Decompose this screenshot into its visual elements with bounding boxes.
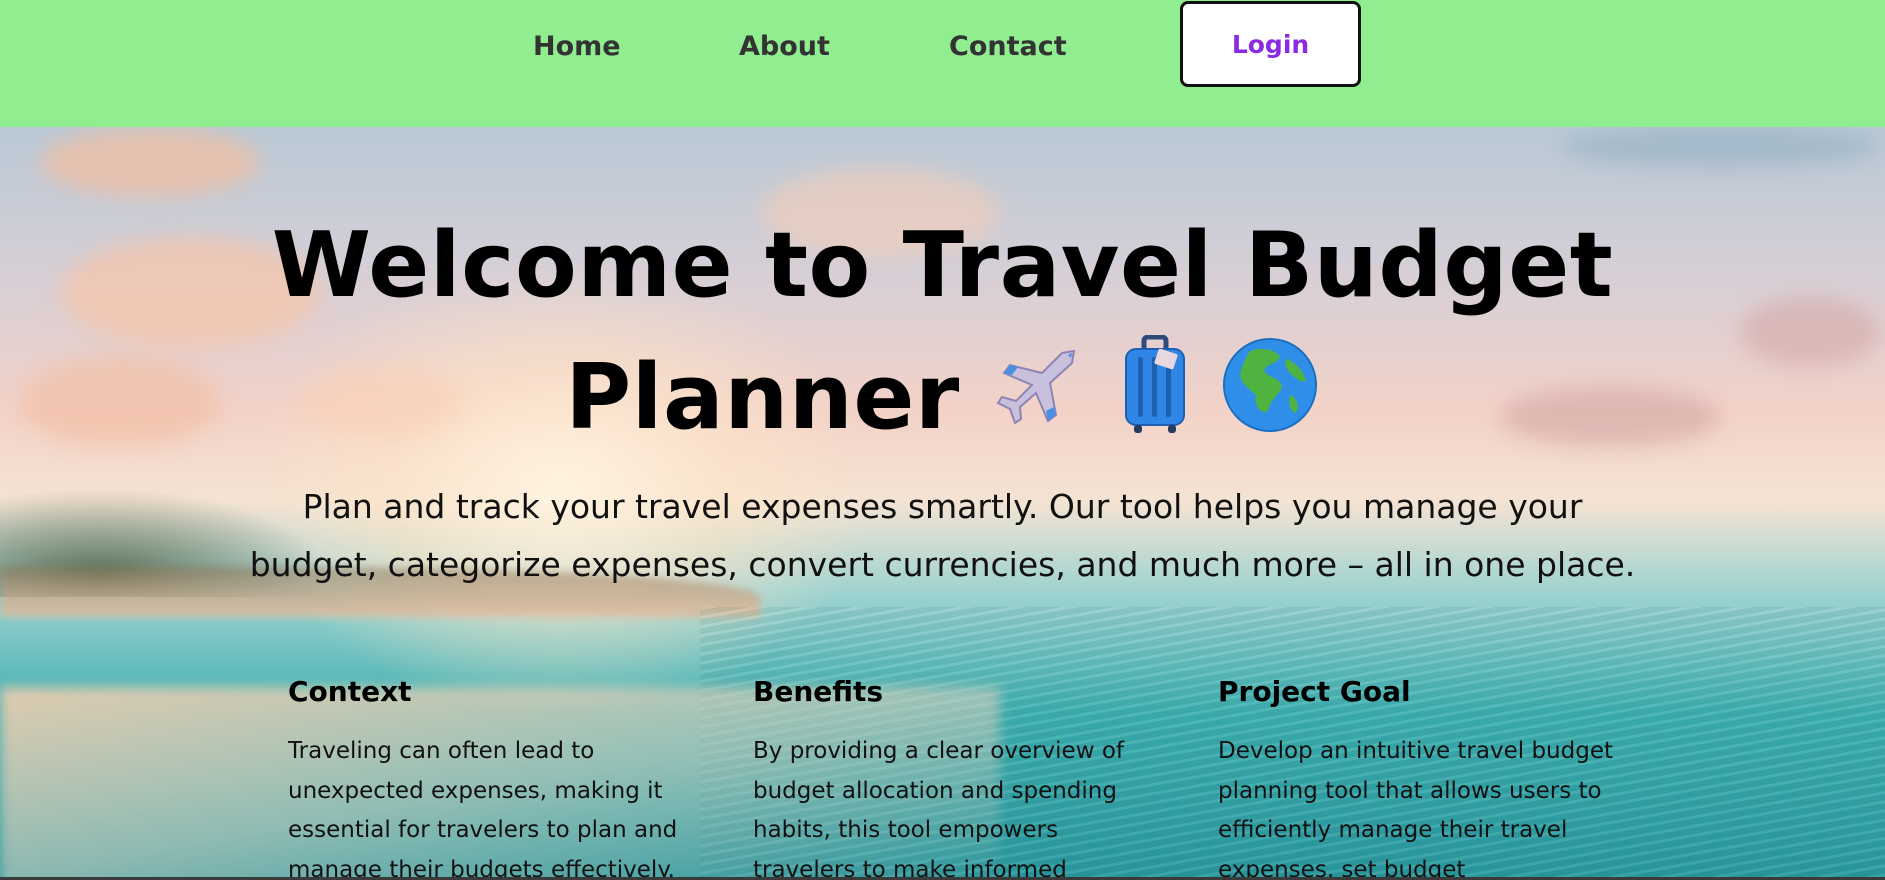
cloud bbox=[20, 357, 220, 447]
login-button-label: Login bbox=[1231, 29, 1310, 59]
page-viewport: Home About Contact Login Welcome to Trav… bbox=[0, 0, 1885, 877]
project-goal-section: Project Goal Develop an intuitive travel… bbox=[1218, 670, 1618, 877]
nav-about-link[interactable]: About bbox=[739, 26, 830, 68]
benefits-heading: Benefits bbox=[753, 675, 884, 708]
context-heading: Context bbox=[288, 675, 412, 708]
benefits-text: By providing a clear overview of budget … bbox=[753, 738, 1124, 877]
nav-contact-link[interactable]: Contact bbox=[949, 26, 1067, 68]
airplane-icon bbox=[990, 335, 1090, 471]
context-section: Context Traveling can often lead to unex… bbox=[288, 670, 688, 877]
project-goal-heading: Project Goal bbox=[1218, 675, 1411, 708]
hero-emojis bbox=[960, 334, 1320, 450]
hero-title-text: Welcome to Travel Budget Planner bbox=[271, 213, 1614, 450]
project-goal-text: Develop an intuitive travel budget plann… bbox=[1218, 738, 1613, 877]
globe-icon bbox=[1220, 335, 1320, 471]
hero-title: Welcome to Travel Budget Planner bbox=[200, 200, 1685, 471]
top-navigation: Home About Contact Login bbox=[0, 0, 1885, 127]
login-button[interactable]: Login bbox=[1180, 1, 1361, 87]
benefits-section: Benefits By providing a clear overview o… bbox=[753, 670, 1153, 877]
cloud bbox=[1560, 127, 1880, 167]
hero-subtitle: Plan and track your travel expenses smar… bbox=[249, 487, 1636, 584]
luggage-icon bbox=[1120, 334, 1190, 471]
nav-home-link[interactable]: Home bbox=[533, 26, 621, 68]
cloud bbox=[1740, 297, 1880, 367]
context-text: Traveling can often lead to unexpected e… bbox=[288, 738, 678, 877]
cloud bbox=[40, 127, 260, 197]
